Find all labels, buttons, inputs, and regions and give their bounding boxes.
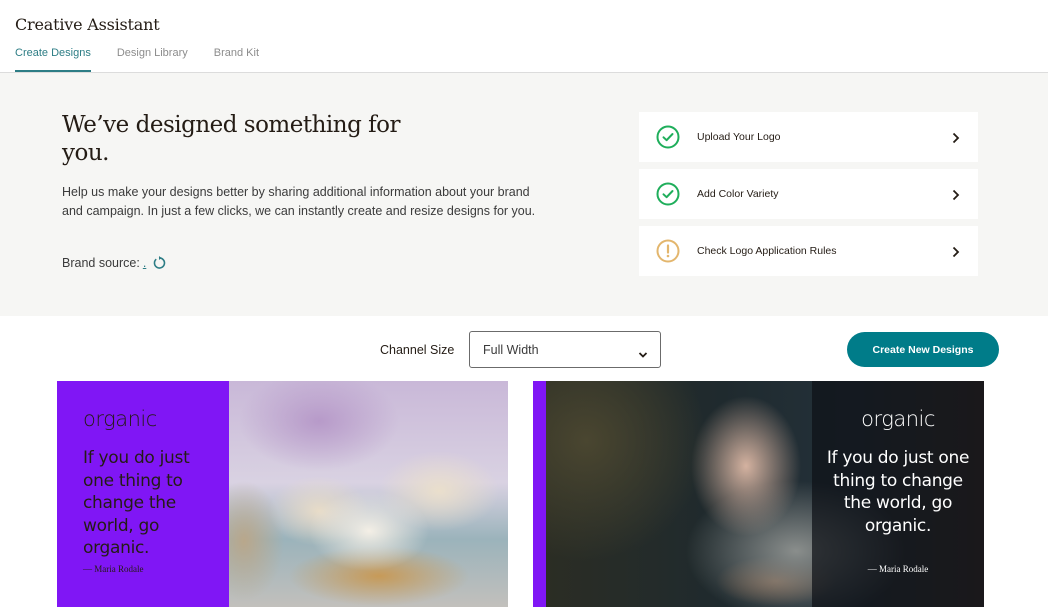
tab-brand-kit[interactable]: Brand Kit [214, 44, 259, 72]
design-photo [229, 381, 508, 607]
tab-create-designs[interactable]: Create Designs [15, 44, 91, 72]
check-circle-icon [656, 182, 680, 206]
create-new-designs-button[interactable]: Create New Designs [847, 332, 999, 367]
tab-design-library[interactable]: Design Library [117, 44, 188, 72]
app-header: Creative Assistant Create Designs Design… [0, 0, 1048, 73]
chevron-right-icon [952, 245, 960, 258]
design-preview-card[interactable]: organic If you do just one thing to chan… [533, 381, 984, 607]
app-title: Creative Assistant [15, 15, 160, 34]
hero-section: We’ve designed something for you. Help u… [0, 73, 1048, 316]
design-preview-card[interactable]: organic If you do just one thing to chan… [57, 381, 508, 607]
brand-name-text: organic [83, 407, 157, 431]
channel-size-value: Full Width [483, 343, 539, 357]
tab-bar: Create Designs Design Library Brand Kit [15, 44, 285, 72]
checklist-item-label: Add Color Variety [697, 188, 779, 200]
checklist-item-label: Upload Your Logo [697, 131, 781, 143]
brand-color-strip [533, 381, 546, 607]
quote-block: organic If you do just one thing to chan… [812, 381, 984, 607]
brand-name-text: organic [861, 407, 935, 431]
quote-text: If you do just one thing to change the w… [826, 448, 970, 536]
checklist-item-label: Check Logo Application Rules [697, 245, 837, 257]
quote-author: — Maria Rodale [867, 564, 929, 574]
exclamation-circle-icon [656, 239, 680, 263]
hero-description: Help us make your designs better by shar… [62, 185, 536, 218]
checklist-item-upload-logo[interactable]: Upload Your Logo [639, 112, 978, 162]
channel-size-select[interactable]: Full Width [469, 331, 661, 368]
check-circle-icon [656, 125, 680, 149]
checklist-item-color-variety[interactable]: Add Color Variety [639, 169, 978, 219]
refresh-icon[interactable] [152, 256, 166, 270]
channel-size-label: Channel Size [380, 343, 455, 357]
chevron-down-icon [638, 346, 648, 358]
quote-author: — Maria Rodale [83, 564, 144, 574]
checklist-item-logo-rules[interactable]: Check Logo Application Rules [639, 226, 978, 276]
quote-text: If you do just one thing to change the w… [83, 448, 190, 558]
brand-source-label: Brand source: [62, 256, 140, 270]
chevron-right-icon [952, 188, 960, 201]
chevron-right-icon [952, 131, 960, 144]
brand-source-link[interactable]: . [143, 256, 146, 270]
hero-title: We’ve designed something for you. [62, 112, 400, 166]
brand-source: Brand source: . [62, 256, 166, 270]
